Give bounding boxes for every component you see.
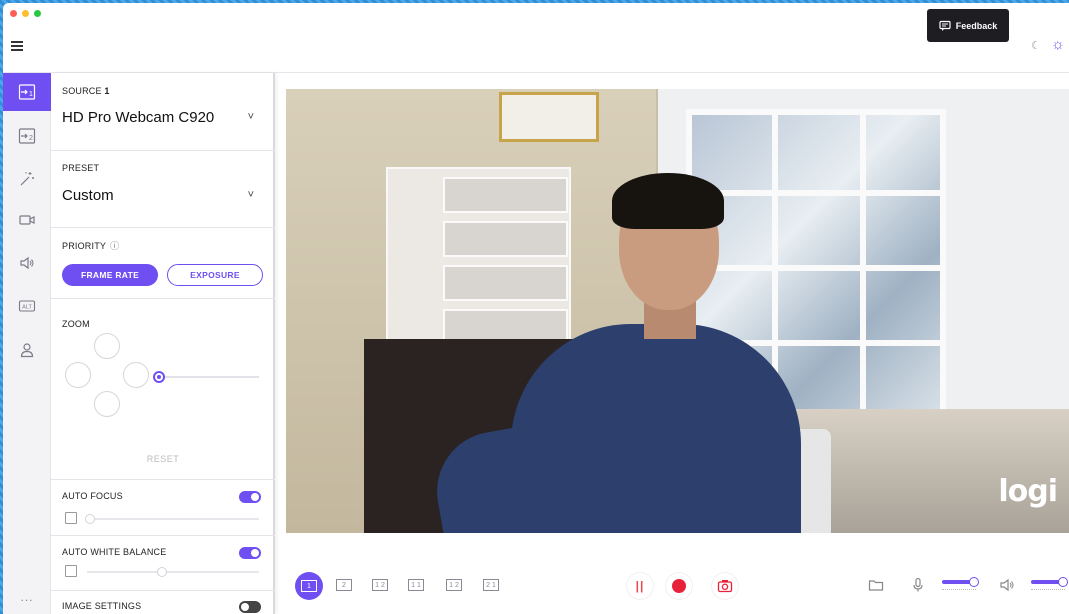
- auto-white-balance-toggle[interactable]: [239, 547, 261, 559]
- white-balance-icon: [65, 565, 77, 577]
- speaker-level-meter: [1031, 589, 1065, 590]
- camera-snapshot-icon: [717, 580, 733, 593]
- feedback-icon: [939, 20, 951, 31]
- light-mode-icon[interactable]: ☼: [1051, 36, 1065, 53]
- layout-2-button[interactable]: 2: [334, 575, 354, 595]
- source-2-icon: 2: [18, 128, 36, 144]
- pan-down-button[interactable]: [94, 391, 120, 417]
- app-window: Feedback ☾ ☼ 1 2 ALT ... SOURCE 1 HD Pro…: [3, 3, 1069, 614]
- microphone-level-meter: [942, 589, 976, 590]
- sidebar-item-camera[interactable]: [3, 201, 51, 239]
- speaker-volume-slider[interactable]: [1031, 577, 1068, 587]
- settings-panel: SOURCE 1 HD Pro Webcam C920 ˅ PRESET Cus…: [51, 73, 275, 614]
- menu-icon[interactable]: [11, 41, 23, 51]
- record-icon: [672, 579, 686, 593]
- minimize-window-button[interactable]: [22, 10, 29, 17]
- pan-tilt-control: [65, 333, 149, 417]
- feedback-label: Feedback: [955, 20, 998, 31]
- alt-icon: ALT: [18, 300, 36, 312]
- snapshot-button[interactable]: [712, 573, 738, 599]
- image-settings-toggle[interactable]: [239, 601, 261, 613]
- zoom-reset-button[interactable]: RESET: [51, 454, 275, 464]
- microphone-volume-slider[interactable]: [942, 577, 979, 587]
- layout-split-button[interactable]: 1 2: [444, 575, 464, 595]
- source-value: HD Pro Webcam C920: [62, 109, 215, 126]
- magic-wand-icon: [20, 172, 34, 186]
- auto-focus-section: AUTO FOCUS: [51, 480, 275, 536]
- chevron-down-icon: ˅: [247, 111, 254, 123]
- source-section: SOURCE 1 HD Pro Webcam C920 ˅: [51, 73, 275, 151]
- pan-left-button[interactable]: [65, 362, 91, 388]
- close-window-button[interactable]: [10, 10, 17, 17]
- more-options-button[interactable]: ...: [3, 590, 51, 604]
- pause-icon: ||: [635, 579, 645, 593]
- feedback-button[interactable]: Feedback: [927, 9, 1009, 42]
- microphone-icon[interactable]: [910, 577, 926, 593]
- sidebar-item-alt[interactable]: ALT: [3, 287, 51, 325]
- auto-focus-toggle[interactable]: [239, 491, 261, 503]
- preview-person-hair: [612, 173, 724, 229]
- layout-split-alt-button[interactable]: 2 1: [481, 575, 501, 595]
- preview-wall-frame: [499, 92, 599, 142]
- dark-mode-icon[interactable]: ☾: [1031, 39, 1041, 52]
- focus-slider-track[interactable]: [87, 518, 259, 520]
- source-label: SOURCE 1: [62, 86, 110, 96]
- folder-icon[interactable]: [868, 577, 884, 593]
- source-1-icon: 1: [18, 84, 36, 100]
- sidebar-item-source-2[interactable]: 2: [3, 117, 51, 155]
- svg-text:ALT: ALT: [22, 305, 32, 311]
- focus-icon: [65, 512, 77, 524]
- image-settings-section: IMAGE SETTINGS: [51, 591, 275, 614]
- svg-text:2: 2: [29, 135, 33, 142]
- camera-preview: logi: [286, 89, 1069, 533]
- image-settings-label: IMAGE SETTINGS: [62, 601, 142, 611]
- auto-focus-label: AUTO FOCUS: [62, 491, 123, 501]
- preview-drawers: [386, 167, 571, 357]
- pan-up-button[interactable]: [94, 333, 120, 359]
- white-balance-slider-handle[interactable]: [157, 567, 167, 577]
- priority-label: PRIORITY ⓘ: [62, 241, 120, 251]
- pan-right-button[interactable]: [123, 362, 149, 388]
- frame-rate-button[interactable]: FRAME RATE: [62, 264, 158, 286]
- speaker-icon: [20, 256, 34, 270]
- auto-white-balance-section: AUTO WHITE BALANCE: [51, 536, 275, 591]
- zoom-slider-handle[interactable]: [153, 371, 165, 383]
- white-balance-slider-track[interactable]: [87, 571, 259, 573]
- layout-1-button[interactable]: 1: [295, 572, 323, 600]
- bottom-toolbar: 1 2 1 2 1 1 1 2 2 1 ||: [286, 565, 1069, 610]
- layout-pip-button[interactable]: 1 2: [370, 575, 390, 595]
- sidebar-item-source-1[interactable]: 1: [3, 73, 51, 111]
- camera-icon: [19, 215, 35, 225]
- info-icon[interactable]: ⓘ: [110, 241, 119, 251]
- svg-text:1: 1: [29, 91, 33, 98]
- exposure-button[interactable]: EXPOSURE: [167, 264, 263, 286]
- record-button[interactable]: [666, 573, 692, 599]
- preset-label: PRESET: [62, 163, 100, 173]
- sidebar-item-audio[interactable]: [3, 244, 51, 282]
- maximize-window-button[interactable]: [34, 10, 41, 17]
- zoom-label: ZOOM: [62, 319, 90, 329]
- speaker-volume-icon[interactable]: [999, 577, 1015, 593]
- source-select[interactable]: HD Pro Webcam C920 ˅: [62, 109, 262, 126]
- logi-watermark: logi: [998, 474, 1058, 509]
- focus-slider-handle[interactable]: [85, 514, 95, 524]
- preset-value: Custom: [62, 187, 114, 204]
- preview-person-body: [511, 324, 801, 533]
- zoom-slider-track[interactable]: [156, 376, 259, 378]
- user-icon: [20, 343, 34, 358]
- header-bar: Feedback ☾ ☼: [3, 3, 1069, 73]
- auto-white-balance-label: AUTO WHITE BALANCE: [62, 547, 167, 557]
- icon-sidebar: 1 2 ALT ...: [3, 73, 51, 614]
- window-controls: [10, 10, 41, 17]
- sidebar-item-account[interactable]: [3, 331, 51, 369]
- preset-select[interactable]: Custom ˅: [62, 187, 262, 204]
- preset-section: PRESET Custom ˅: [51, 151, 275, 228]
- chevron-down-icon: ˅: [247, 189, 254, 201]
- sidebar-item-effects[interactable]: [3, 160, 51, 198]
- layout-pip-alt-button[interactable]: 1 1: [406, 575, 426, 595]
- pause-button[interactable]: ||: [627, 573, 653, 599]
